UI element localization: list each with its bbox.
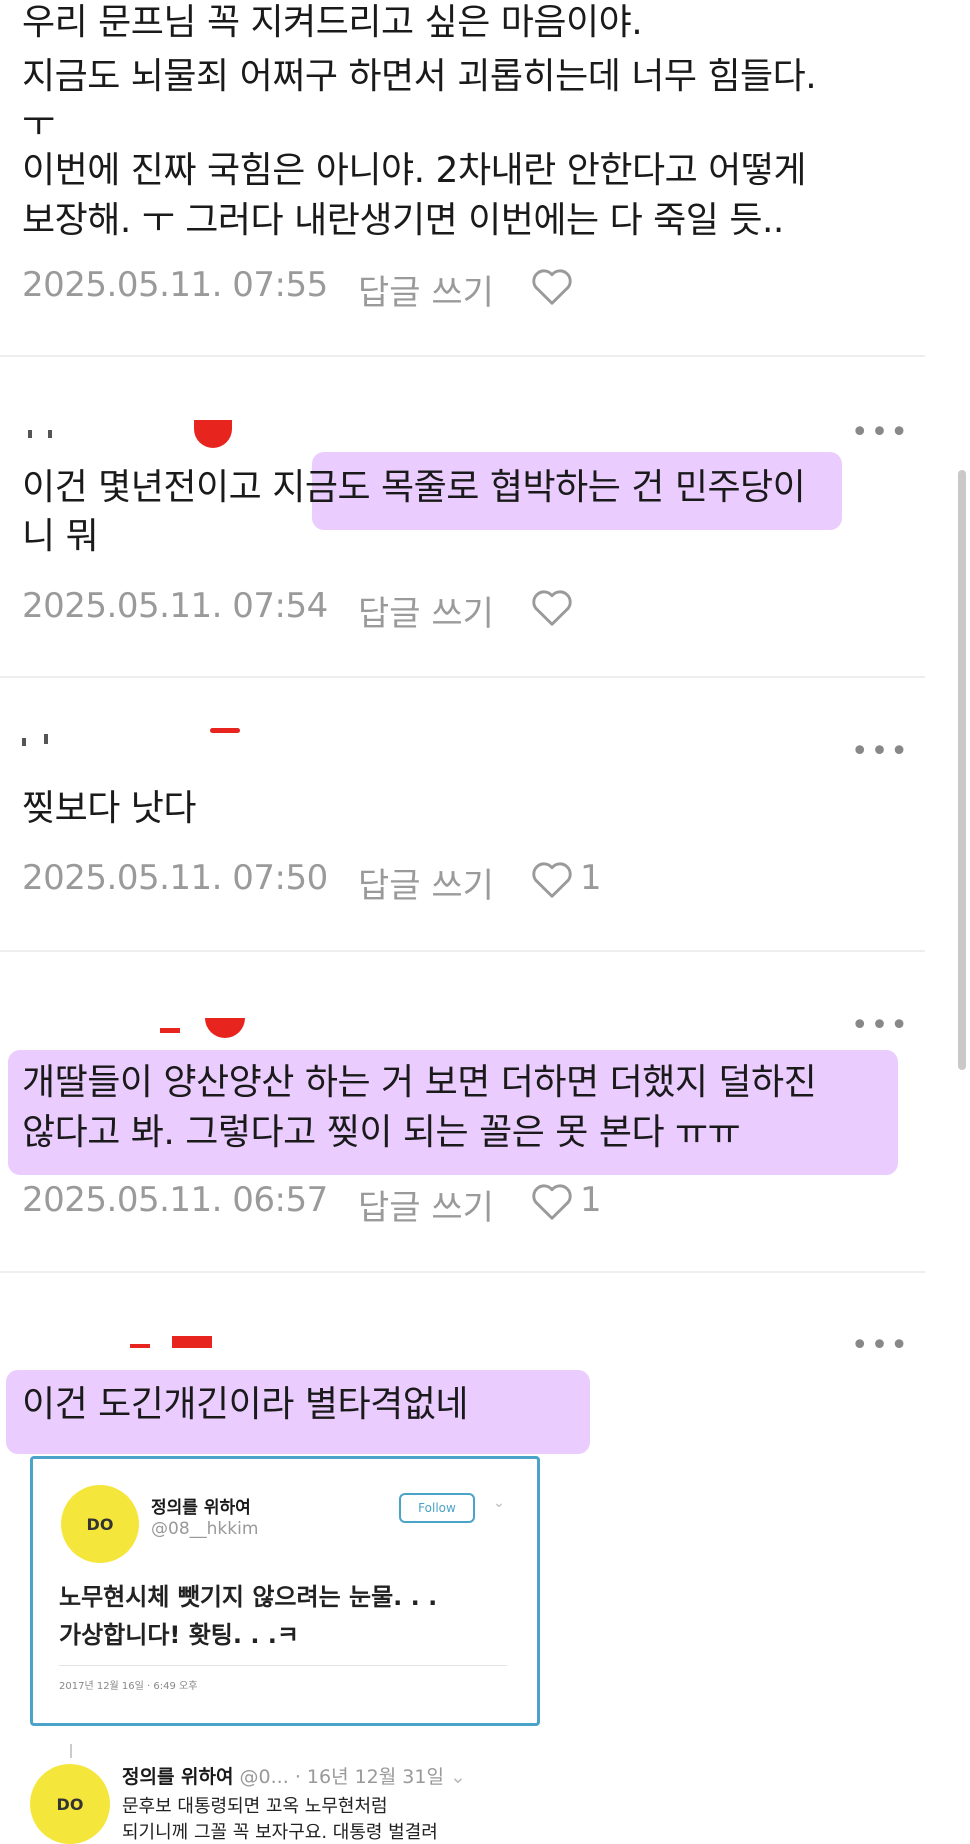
tweet-body-line: 되기니께 그꼴 꼭 보자구요. 대통령 벌결려 bbox=[122, 1822, 438, 1843]
follow-button: Follow bbox=[399, 1493, 475, 1523]
reply-button[interactable]: 답글 쓰기 bbox=[358, 586, 494, 635]
tweet-author-handle: @08__hkkim bbox=[151, 1519, 259, 1539]
heart-icon[interactable] bbox=[530, 859, 574, 899]
divider bbox=[0, 676, 925, 678]
embedded-tweet-image: DO 정의를 위하여 @08__hkkim Follow ⌄ 노무현시체 뺏기지… bbox=[30, 1456, 540, 1726]
follow-label: Follow bbox=[418, 1501, 456, 1515]
comment-text-line: 이번에 진짜 국힘은 아니야. 2차내란 안한다고 어떻게 bbox=[22, 150, 807, 191]
tweet-date: · 16년 12월 31일 bbox=[294, 1766, 444, 1788]
redacted-username bbox=[28, 430, 32, 438]
redacted-username bbox=[22, 738, 26, 746]
like-count: 1 bbox=[580, 1180, 602, 1220]
heart-icon[interactable] bbox=[530, 1181, 574, 1221]
redacted-username bbox=[48, 430, 52, 438]
divider bbox=[0, 950, 925, 952]
tweet-author-name: 정의를 위하여 bbox=[122, 1766, 234, 1788]
comment-text-line: 개딸들이 양산양산 하는 거 보면 더하면 더했지 덜하진 bbox=[22, 1062, 817, 1103]
scrollbar[interactable] bbox=[958, 470, 966, 1070]
comment-text-line: 지금도 뇌물죄 어쩌구 하면서 괴롭히는데 너무 힘들다. bbox=[22, 56, 817, 97]
tweet-timestamp: 2017년 12월 16일 · 6:49 오후 bbox=[59, 1681, 198, 1692]
comment-date: 2025.05.11. 07:54 bbox=[22, 586, 328, 626]
avatar: DO bbox=[30, 1764, 110, 1844]
comment-text-line: 니 뭐 bbox=[22, 516, 99, 557]
divider bbox=[0, 1271, 925, 1273]
comment-text-line: ㅜ bbox=[22, 104, 55, 145]
comment-text-line: 우리 문프님 꼭 지켜드리고 싶은 마음이야. bbox=[22, 2, 643, 43]
comment-text-line: 찢보다 낫다 bbox=[22, 788, 197, 829]
comment-text-line: 이건 몇년전이고 지금도 목줄로 협박하는 건 민주당이 bbox=[22, 467, 806, 508]
heart-icon[interactable] bbox=[530, 266, 574, 306]
reply-button[interactable]: 답글 쓰기 bbox=[358, 1180, 494, 1229]
more-options-icon[interactable]: ••• bbox=[851, 1008, 910, 1043]
redacted-username bbox=[210, 728, 240, 733]
more-options-icon[interactable]: ••• bbox=[851, 734, 910, 769]
redacted-username bbox=[205, 1018, 245, 1038]
reply-button[interactable]: 답글 쓰기 bbox=[358, 858, 494, 907]
avatar: DO bbox=[61, 1485, 139, 1563]
divider bbox=[0, 355, 925, 357]
comment-text-line: 보장해. ㅜ 그러다 내란생기면 이번에는 다 죽일 듯.. bbox=[22, 200, 784, 241]
tweet-body-line: 가상합니다! 홧팅. . .ㅋ bbox=[59, 1621, 300, 1649]
comment-text-line: 않다고 봐. 그렇다고 찢이 되는 꼴은 못 본다 ㅠㅠ bbox=[22, 1112, 741, 1153]
more-options-icon[interactable]: ••• bbox=[851, 1328, 910, 1363]
tweet-body-line: 문후보 대통령되면 꼬옥 노무현처럼 bbox=[122, 1796, 388, 1817]
tweet-body-line: 노무현시체 뺏기지 않으려는 눈물. . . bbox=[59, 1583, 438, 1611]
divider bbox=[59, 1665, 507, 1666]
redacted-username bbox=[194, 420, 232, 448]
redacted-username bbox=[44, 734, 48, 744]
chevron-down-icon: ⌄ bbox=[450, 1766, 466, 1788]
redacted-username bbox=[130, 1344, 150, 1348]
tweet-author-handle: @0... bbox=[239, 1766, 289, 1788]
comment-date: 2025.05.11. 06:57 bbox=[22, 1180, 328, 1220]
redacted-username bbox=[172, 1336, 212, 1348]
like-count: 1 bbox=[580, 858, 602, 898]
chevron-down-icon: ⌄ bbox=[493, 1495, 505, 1511]
tweet-header: 정의를 위하여 @0... · 16년 12월 31일 ⌄ bbox=[122, 1762, 466, 1789]
thread-line bbox=[70, 1744, 72, 1758]
tweet-author-name: 정의를 위하여 bbox=[151, 1498, 251, 1518]
comment-text-line: 이건 도긴개긴이라 별타격없네 bbox=[22, 1384, 468, 1425]
heart-icon[interactable] bbox=[530, 587, 574, 627]
more-options-icon[interactable]: ••• bbox=[851, 415, 910, 450]
reply-button[interactable]: 답글 쓰기 bbox=[358, 265, 494, 314]
comment-date: 2025.05.11. 07:55 bbox=[22, 265, 328, 305]
redacted-username bbox=[160, 1028, 180, 1033]
comment-date: 2025.05.11. 07:50 bbox=[22, 858, 328, 898]
